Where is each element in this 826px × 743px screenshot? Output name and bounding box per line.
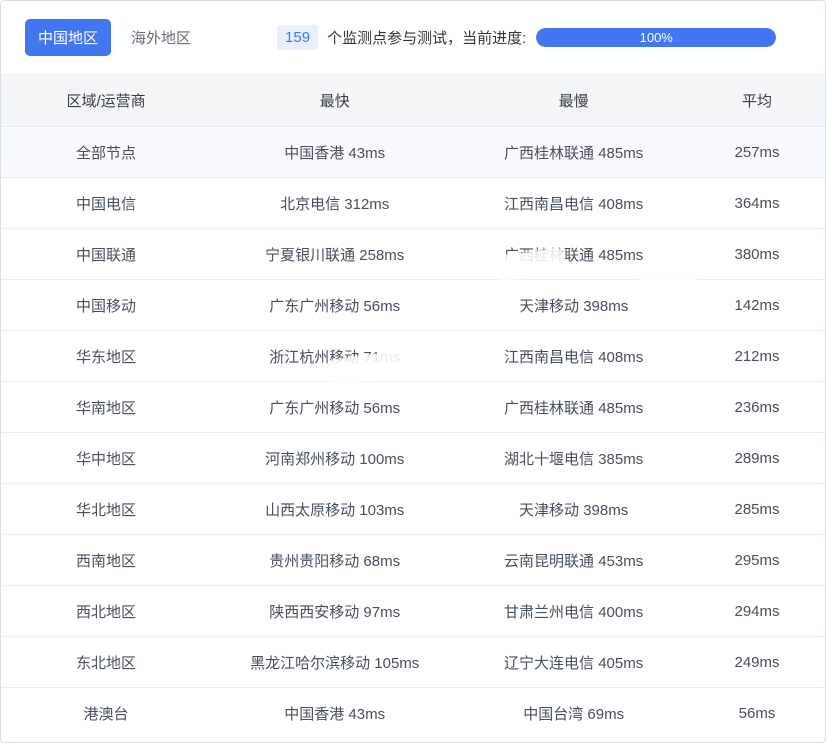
cell-average: 142ms: [689, 279, 825, 331]
table-row: 华南地区 广东广州移动 56ms 广西桂林联通 485ms 236ms: [1, 381, 825, 433]
cell-slowest: 甘肃兰州电信 400ms: [458, 585, 690, 637]
cell-fastest: 中国香港 43ms: [211, 126, 459, 178]
cell-region: 全部节点: [1, 126, 212, 178]
cell-average: 295ms: [689, 534, 825, 586]
table-row: 中国移动 广东广州移动 56ms 天津移动 398ms 142ms: [1, 279, 825, 331]
table-row: 中国电信 北京电信 312ms 江西南昌电信 408ms 364ms: [1, 177, 825, 229]
cell-slowest: 广西桂林联通 485ms: [458, 381, 690, 433]
cell-region: 中国电信: [1, 177, 212, 229]
cell-average: 212ms: [689, 330, 825, 382]
cell-fastest: 贵州贵阳移动 68ms: [211, 534, 459, 586]
table-row: 东北地区 黑龙江哈尔滨移动 105ms 辽宁大连电信 405ms 249ms: [1, 636, 825, 688]
cell-average: 285ms: [689, 483, 825, 535]
table-row: 中国联通 宁夏银川联通 258ms 广西桂林联通 485ms 380ms: [1, 228, 825, 280]
header-region: 区域/运营商: [1, 74, 212, 127]
cell-fastest: 广东广州移动 56ms: [211, 381, 459, 433]
header-fastest: 最快: [211, 74, 459, 127]
tab-china-region[interactable]: 中国地区: [25, 19, 112, 56]
table-header-row: 区域/运营商 最快 最慢 平均: [1, 74, 825, 127]
table-row: 西北地区 陕西西安移动 97ms 甘肃兰州电信 400ms 294ms: [1, 585, 825, 637]
progress-fill: 100%: [536, 28, 777, 47]
cell-fastest: 北京电信 312ms: [211, 177, 459, 229]
tab-overseas-region[interactable]: 海外地区: [131, 27, 191, 48]
cell-slowest: 广西桂林联通 485ms: [458, 228, 690, 280]
cell-fastest: 广东广州移动 56ms: [211, 279, 459, 331]
cell-region: 华东地区: [1, 330, 212, 382]
header-slowest: 最慢: [458, 74, 690, 127]
cell-slowest: 中国台湾 69ms: [523, 705, 625, 723]
cell-region: 中国联通: [1, 228, 212, 280]
monitor-label: 个监测点参与测试，当前进度:: [327, 30, 527, 47]
cell-region: 华南地区: [1, 381, 212, 433]
table-row: 华中地区 河南郑州移动 100ms 湖北十堰电信 385ms 289ms: [1, 432, 825, 484]
monitor-count-badge: 159: [277, 25, 319, 50]
cell-fastest: 宁夏银川联通 258ms: [211, 228, 459, 280]
header-average: 平均: [689, 74, 825, 127]
cell-slowest: 天津移动 398ms: [458, 483, 690, 535]
speedtest-panel: 中国地区 海外地区 159 个监测点参与测试，当前进度: 100% 区域/运营商…: [0, 0, 826, 743]
table-row: 西南地区 贵州贵阳移动 68ms 云南昆明联通 453ms 295ms: [1, 534, 825, 586]
cell-region: 西北地区: [1, 585, 212, 637]
cell-region: 港澳台: [83, 705, 129, 723]
cell-region: 中国移动: [1, 279, 212, 331]
cell-slowest: 湖北十堰电信 385ms: [458, 432, 690, 484]
cell-average: 236ms: [689, 381, 825, 433]
cell-fastest: 河南郑州移动 100ms: [211, 432, 459, 484]
cell-slowest: 广西桂林联通 485ms: [458, 126, 690, 178]
cell-slowest: 云南昆明联通 453ms: [458, 534, 690, 586]
cell-average: 380ms: [689, 228, 825, 280]
cell-average: 249ms: [689, 636, 825, 688]
cell-region: 华北地区: [1, 483, 212, 535]
cell-slowest: 辽宁大连电信 405ms: [458, 636, 690, 688]
cell-fastest: 山西太原移动 103ms: [211, 483, 459, 535]
cell-fastest: 陕西西安移动 97ms: [211, 585, 459, 637]
cell-region: 东北地区: [1, 636, 212, 688]
table-row: 全部节点 中国香港 43ms 广西桂林联通 485ms 257ms: [1, 126, 825, 178]
cell-slowest: 江西南昌电信 408ms: [458, 177, 690, 229]
cell-average: 364ms: [689, 177, 825, 229]
latency-table: 区域/运营商 最快 最慢 平均 全部节点 中国香港 43ms 广西桂林联通 485m…: [1, 74, 825, 739]
cell-region: 西南地区: [1, 534, 212, 586]
table-row: 华东地区 浙江杭州移动 71ms 江西南昌电信 408ms 212ms: [1, 330, 825, 382]
cell-average: 56ms: [738, 704, 776, 722]
cell-fastest: 浙江杭州移动 71ms: [211, 330, 459, 382]
table-row: 港澳台 中国香港 43ms 中国台湾 69ms 56ms: [1, 688, 825, 739]
cell-average: 289ms: [689, 432, 825, 484]
cell-fastest: 中国香港 43ms: [284, 705, 386, 723]
monitor-status: 159 个监测点参与测试，当前进度: 100%: [277, 25, 777, 50]
cell-slowest: 江西南昌电信 408ms: [458, 330, 690, 382]
table-row: 华北地区 山西太原移动 103ms 天津移动 398ms 285ms: [1, 483, 825, 535]
cell-fastest: 黑龙江哈尔滨移动 105ms: [211, 636, 459, 688]
cell-region: 华中地区: [1, 432, 212, 484]
cell-average: 294ms: [689, 585, 825, 637]
table-body: 全部节点 中国香港 43ms 广西桂林联通 485ms 257ms 中国电信 北京电信 3…: [1, 126, 825, 739]
topbar: 中国地区 海外地区 159 个监测点参与测试，当前进度: 100%: [1, 1, 825, 74]
progress-bar: 100%: [536, 28, 777, 47]
table-header: 区域/运营商 最快 最慢 平均: [1, 74, 825, 127]
cell-average: 257ms: [689, 126, 825, 178]
cell-slowest: 天津移动 398ms: [458, 279, 690, 331]
